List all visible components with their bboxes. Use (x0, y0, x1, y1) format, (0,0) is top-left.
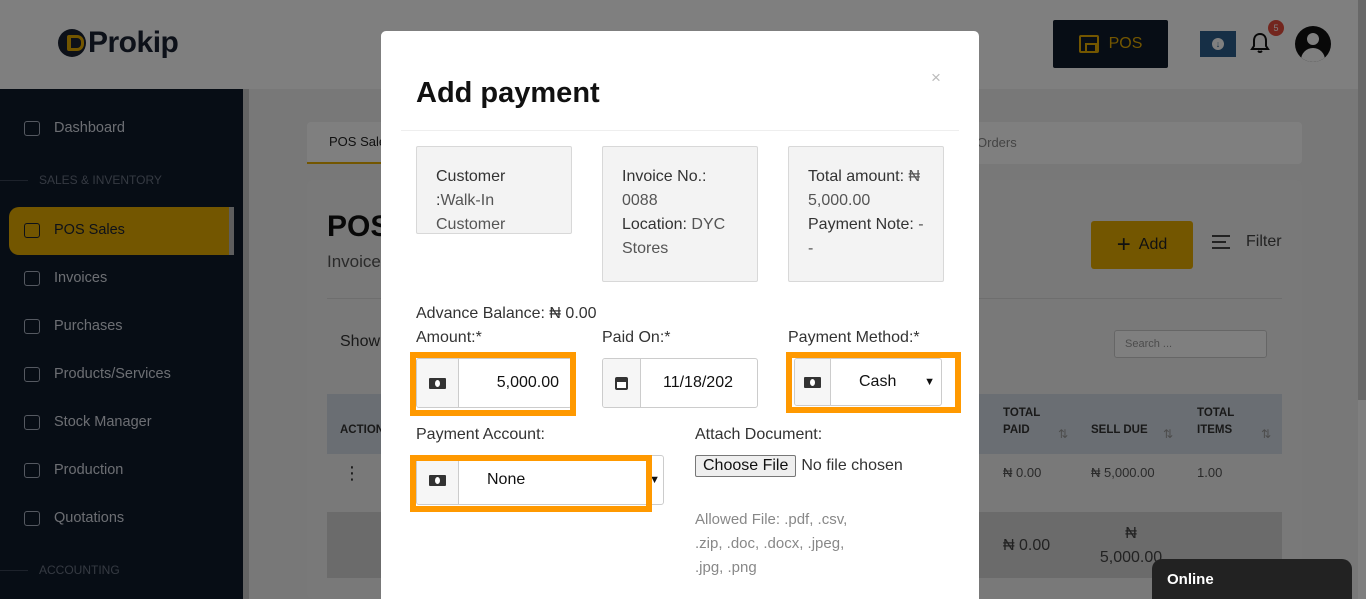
calendar-icon (603, 359, 641, 407)
no-file-label: No file chosen (801, 457, 903, 474)
highlight-box (410, 352, 576, 416)
modal-divider (401, 130, 959, 131)
paid-on-input[interactable]: 11/18/202 (641, 359, 757, 407)
payment-account-label: Payment Account: (416, 426, 545, 443)
file-input[interactable]: Choose File No file chosen (695, 455, 903, 477)
add-payment-modal: Add payment × Customer :Walk-In Customer… (381, 31, 979, 599)
highlight-box (410, 455, 652, 512)
close-icon[interactable]: × (931, 68, 941, 88)
total-info-box: Total amount: ₦ 5,000.00 Payment Note: -… (788, 146, 944, 282)
amount-label: Amount:* (416, 329, 482, 346)
paid-on-input-group: 11/18/202 (602, 358, 758, 408)
choose-file-button[interactable]: Choose File (695, 455, 797, 477)
attach-document-label: Attach Document: (695, 426, 823, 443)
modal-title: Add payment (416, 77, 600, 109)
advance-balance: Advance Balance: ₦ 0.00 (416, 305, 597, 322)
allowed-files-help: Allowed File: .pdf, .csv, .zip, .doc, .d… (695, 511, 848, 576)
invoice-info-box: Invoice No.: 0088 Location: DYC Stores (602, 146, 758, 282)
payment-method-label: Payment Method:* (788, 329, 920, 346)
chat-widget[interactable]: Online (1152, 559, 1352, 599)
paid-on-label: Paid On:* (602, 329, 671, 346)
highlight-box (786, 352, 961, 413)
customer-info-box: Customer :Walk-In Customer (416, 146, 572, 234)
chat-status: Online (1167, 571, 1214, 588)
